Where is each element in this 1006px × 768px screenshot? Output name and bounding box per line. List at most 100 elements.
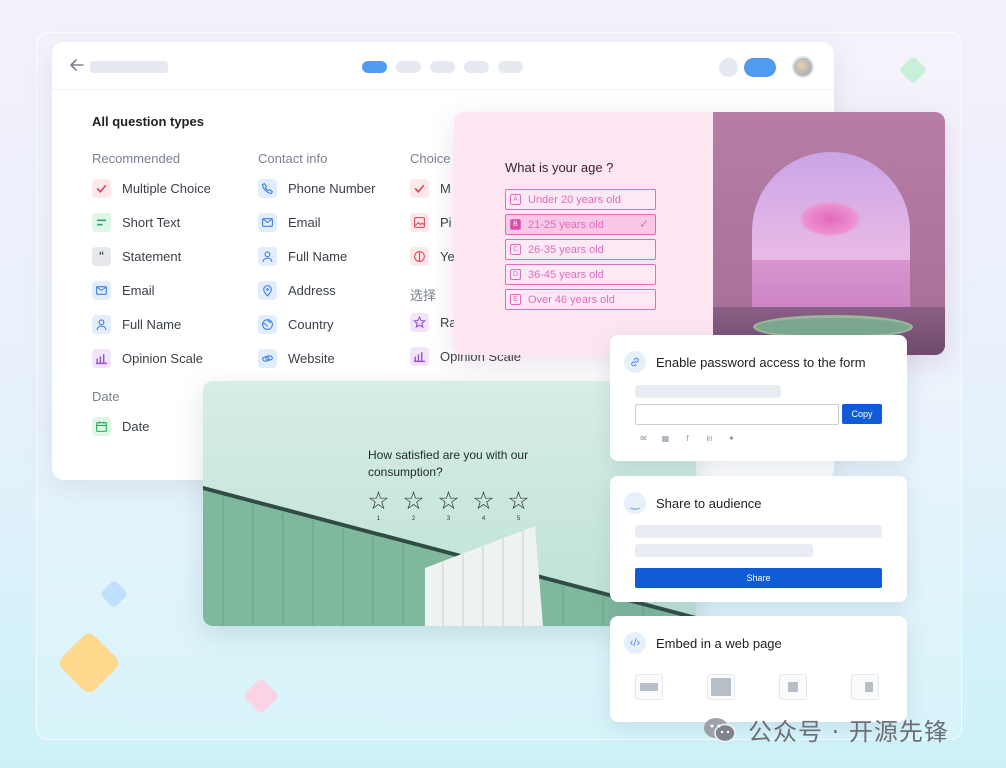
age-option[interactable]: C 26-35 years old — [505, 239, 656, 260]
rating-number: 5 — [516, 516, 521, 522]
age-options: A Under 20 years old B 21-25 years old ✓… — [505, 189, 656, 314]
age-question-panel: What is your age ? A Under 20 years old … — [454, 112, 713, 355]
watermark-text: 公众号 · 开源先锋 — [748, 718, 949, 746]
item-label: Ye — [440, 248, 455, 264]
item-label: Email — [288, 214, 321, 230]
option-key: C — [510, 244, 521, 255]
star-option[interactable]: ☆ 5 — [506, 489, 531, 523]
copy-button[interactable]: Copy — [842, 404, 882, 424]
item-label: Date — [122, 418, 150, 434]
question-type-item[interactable]: Address — [258, 273, 375, 307]
age-question-preview: What is your age ? A Under 20 years old … — [454, 112, 945, 355]
password-field[interactable] — [635, 404, 839, 425]
age-option-selected[interactable]: B 21-25 years old ✓ — [505, 214, 656, 235]
question-type-item[interactable]: Full Name — [258, 239, 375, 273]
item-label: Country — [288, 316, 334, 332]
star-option[interactable]: ☆ 3 — [436, 489, 461, 523]
step-pill[interactable] — [464, 61, 489, 73]
panel-title: Share to audience — [656, 495, 762, 511]
text-placeholder — [635, 525, 882, 538]
step-pill[interactable] — [396, 61, 421, 73]
option-key: A — [510, 194, 521, 205]
embed-popup-icon[interactable] — [779, 674, 807, 700]
rating-number: 4 — [481, 516, 486, 522]
item-label: Short Text — [122, 214, 181, 230]
question-type-item[interactable]: Phone Number — [258, 171, 375, 205]
pink-cloud — [800, 202, 860, 236]
publish-button[interactable] — [744, 57, 776, 77]
question-type-item[interactable]: Opinion Scale — [92, 341, 211, 375]
star-icon: ☆ — [472, 487, 495, 515]
globe-icon — [258, 314, 277, 334]
column-title: Date — [92, 389, 120, 404]
step-pill[interactable] — [498, 61, 523, 73]
form-title-placeholder — [90, 61, 168, 73]
qr-icon[interactable]: ▦ — [660, 433, 671, 444]
short-text-icon — [92, 212, 111, 232]
embed-options — [635, 674, 879, 700]
panel-header: ‿ Share to audience — [624, 492, 762, 514]
preview-button[interactable] — [719, 57, 738, 77]
question-type-item[interactable]: Multiple Choice — [92, 171, 211, 205]
page-title: All question types — [92, 114, 204, 129]
question-type-item[interactable]: Short Text — [92, 205, 211, 239]
star-icon — [410, 312, 429, 332]
star-option[interactable]: ☆ 1 — [366, 489, 391, 523]
check-icon — [92, 178, 111, 198]
back-arrow-icon[interactable] — [68, 56, 86, 74]
avatar[interactable] — [792, 56, 814, 78]
arch-cloud-image — [713, 112, 945, 355]
share-button[interactable]: Share — [635, 568, 882, 588]
person-icon — [92, 314, 111, 334]
embed-panel: ‹/› Embed in a web page — [610, 616, 907, 722]
option-label: Under 20 years old — [528, 193, 621, 206]
question-type-item[interactable]: Date — [92, 409, 211, 443]
panel-header: ‹/› Embed in a web page — [624, 632, 782, 654]
rating-number: 3 — [446, 516, 451, 522]
embed-slider-icon[interactable] — [851, 674, 879, 700]
question-type-item[interactable]: Full Name — [92, 307, 211, 341]
window-toolbar — [52, 42, 834, 90]
toolbar-actions — [719, 56, 814, 78]
text-placeholder — [635, 544, 813, 557]
item-label: Address — [288, 282, 336, 298]
age-option[interactable]: E Over 46 years old — [505, 289, 656, 310]
option-label: 26-35 years old — [528, 243, 604, 256]
embed-fullpage-icon[interactable] — [707, 674, 735, 700]
question-type-item[interactable]: Email — [92, 273, 211, 307]
rating-number: 2 — [411, 516, 416, 522]
age-option[interactable]: D 36-45 years old — [505, 264, 656, 285]
panel-title: Enable password access to the form — [656, 354, 866, 370]
check-icon: ✓ — [638, 217, 649, 231]
link-icon — [258, 348, 277, 368]
mail-icon — [258, 212, 277, 232]
question-type-item[interactable]: Email — [258, 205, 375, 239]
question-text: How satisfied are you with our consumpti… — [368, 448, 529, 479]
step-pill[interactable] — [362, 61, 387, 73]
text-placeholder — [635, 385, 781, 398]
yes-no-icon — [410, 246, 429, 266]
password-access-panel: Enable password access to the form Copy … — [610, 335, 907, 461]
twitter-icon[interactable]: ✦ — [726, 433, 737, 444]
item-label: Phone Number — [288, 180, 376, 196]
item-label: Full Name — [122, 316, 182, 332]
mail-icon[interactable]: ✉ — [638, 433, 649, 444]
calendar-icon — [92, 416, 111, 436]
item-label: Full Name — [288, 248, 348, 264]
option-key: E — [510, 294, 521, 305]
image-icon — [410, 212, 429, 232]
age-option[interactable]: A Under 20 years old — [505, 189, 656, 210]
phone-icon — [258, 178, 277, 198]
step-pill[interactable] — [430, 61, 455, 73]
question-type-item[interactable]: Country — [258, 307, 375, 341]
question-type-item[interactable]: Website — [258, 341, 375, 375]
facebook-icon[interactable]: f — [682, 433, 693, 444]
rating-number: 1 — [376, 516, 381, 522]
column-title: Recommended — [92, 151, 181, 166]
star-option[interactable]: ☆ 4 — [471, 487, 496, 523]
step-indicator — [362, 61, 523, 73]
embed-standard-icon[interactable] — [635, 674, 663, 700]
star-option[interactable]: ☆ 2 — [401, 489, 426, 523]
question-type-item[interactable]: “ Statement — [92, 239, 211, 273]
linkedin-icon[interactable]: in — [704, 433, 715, 444]
